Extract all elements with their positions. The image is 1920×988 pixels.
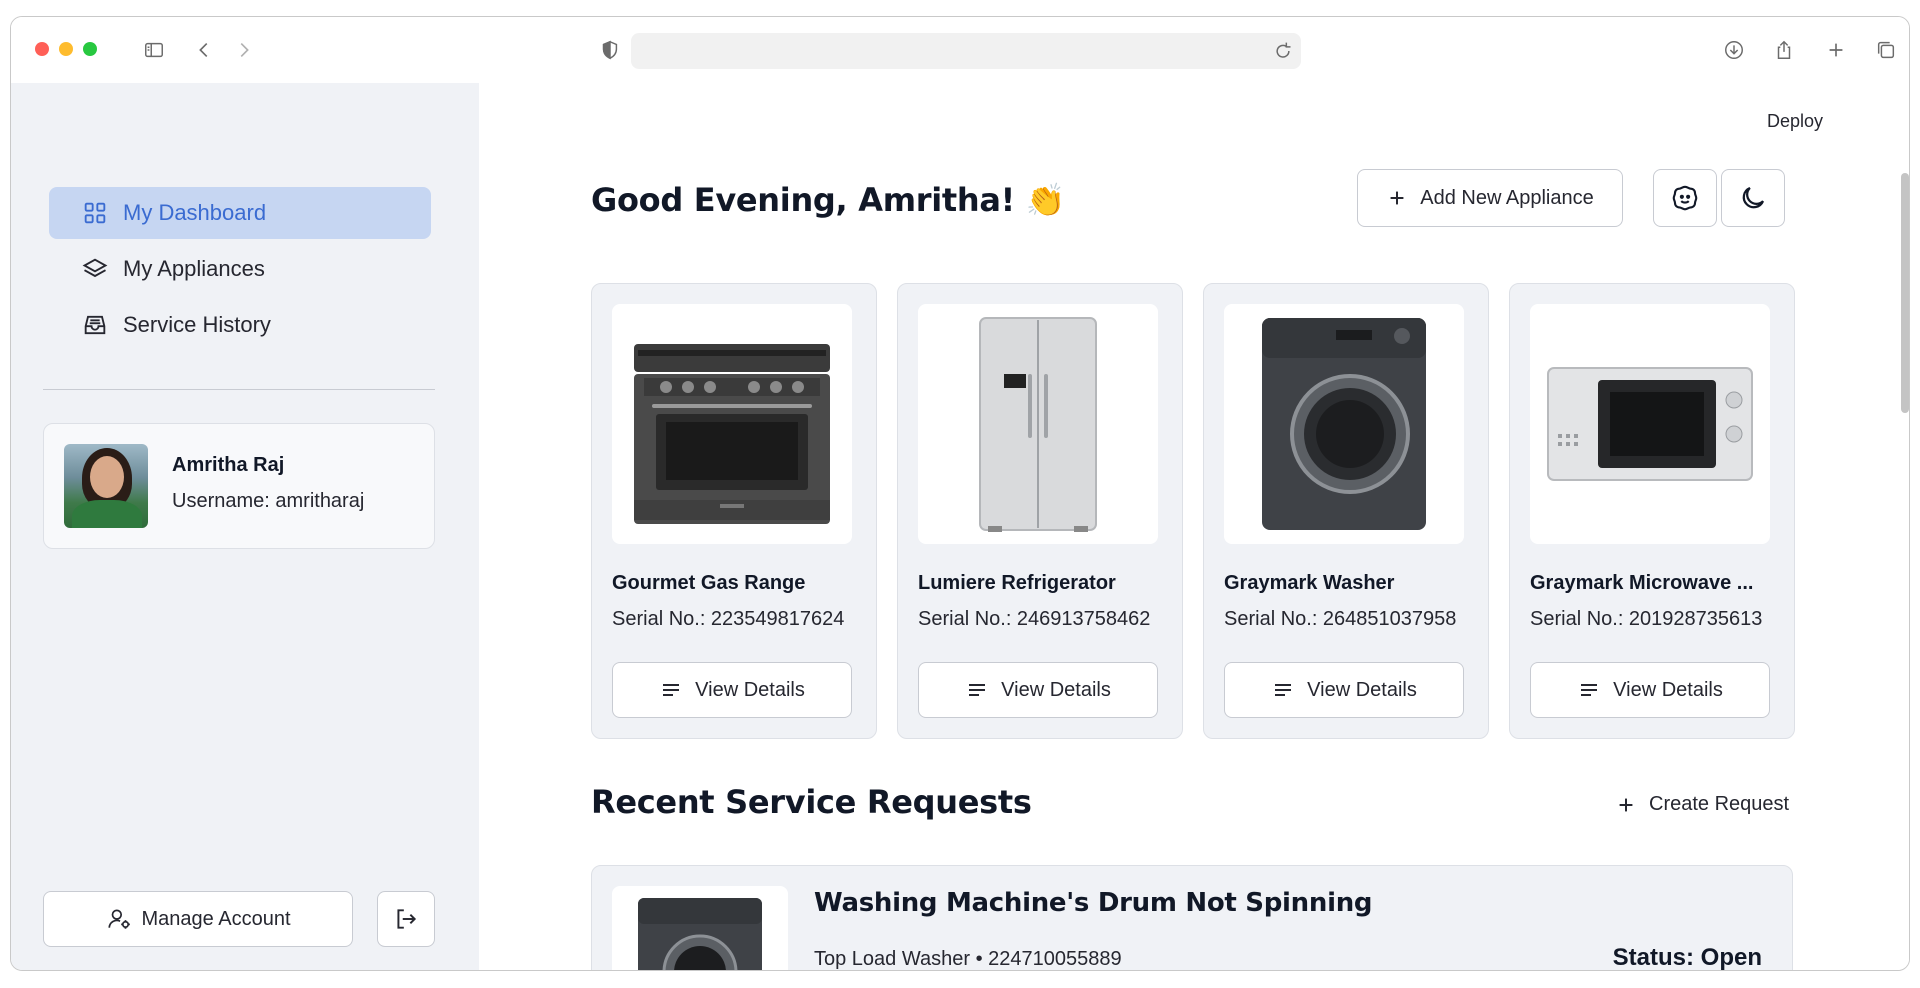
main-content: Deploy Good Evening, Amritha! 👏 Add New … xyxy=(479,83,1909,971)
logout-icon xyxy=(397,909,417,929)
appliance-name: Lumiere Refrigerator xyxy=(918,572,1116,594)
back-icon[interactable] xyxy=(191,37,217,63)
refrigerator-image xyxy=(918,304,1158,544)
sidebar-item-my-appliances[interactable]: My Appliances xyxy=(49,243,431,295)
request-status: Status: Open xyxy=(1612,944,1762,971)
sidebar-divider xyxy=(43,389,435,390)
view-details-label: View Details xyxy=(1307,678,1417,701)
request-meta: Top Load Washer • 224710055889 xyxy=(814,948,1122,970)
sidebar: My Dashboard My Appliances Service Histo… xyxy=(11,83,479,970)
dark-mode-button[interactable] xyxy=(1721,169,1785,227)
scrollbar[interactable] xyxy=(1901,173,1909,413)
create-request-label: Create Request xyxy=(1649,793,1790,815)
browser-window: My Dashboard My Appliances Service Histo… xyxy=(10,16,1910,971)
sidebar-item-label: Service History xyxy=(123,312,271,337)
share-icon[interactable] xyxy=(1771,37,1797,63)
service-request-card[interactable]: Washing Machine's Drum Not Spinning Top … xyxy=(591,865,1793,971)
view-details-button[interactable]: View Details xyxy=(1224,662,1464,718)
appliance-serial: Serial No.: 223549817624 xyxy=(612,608,845,630)
view-details-label: View Details xyxy=(1001,678,1111,701)
plus-icon xyxy=(1619,798,1633,811)
appliance-card: Gourmet Gas Range Serial No.: 2235498176… xyxy=(591,283,877,739)
appliance-card: Graymark Washer Serial No.: 264851037958… xyxy=(1203,283,1489,739)
address-bar[interactable] xyxy=(631,33,1301,69)
plus-icon xyxy=(1390,191,1404,205)
washer-thumbnail xyxy=(612,886,788,970)
microwave-image xyxy=(1530,304,1770,544)
page-title: Good Evening, Amritha! 👏 xyxy=(591,181,1066,219)
washer-image xyxy=(1224,304,1464,544)
recent-requests-heading: Recent Service Requests xyxy=(591,783,1032,821)
assistant-button[interactable] xyxy=(1653,169,1717,227)
manage-account-label: Manage Account xyxy=(141,907,291,930)
appliance-card: Graymark Microwave ... Serial No.: 20192… xyxy=(1509,283,1795,739)
sidebar-item-my-dashboard[interactable]: My Dashboard xyxy=(49,187,431,239)
deploy-button[interactable]: Deploy xyxy=(1767,111,1823,132)
view-details-label: View Details xyxy=(695,678,805,701)
appliance-card: Lumiere Refrigerator Serial No.: 2469137… xyxy=(897,283,1183,739)
logout-button[interactable] xyxy=(377,891,435,947)
browser-toolbar xyxy=(11,17,1909,83)
view-details-button[interactable]: View Details xyxy=(612,662,852,718)
user-settings-icon xyxy=(107,909,130,929)
appliance-name: Graymark Microwave ... xyxy=(1530,572,1754,594)
forward-icon[interactable] xyxy=(231,37,257,63)
details-lines-icon xyxy=(663,684,680,696)
view-details-label: View Details xyxy=(1613,678,1723,701)
inbox-icon xyxy=(84,315,106,335)
profile-card: Amritha Raj Username: amritharaj xyxy=(43,423,435,549)
layers-icon xyxy=(82,258,108,278)
gas-range-image xyxy=(612,304,852,544)
moon-icon xyxy=(1742,186,1765,209)
avatar xyxy=(64,444,148,528)
grid-icon xyxy=(84,202,106,224)
manage-account-button[interactable]: Manage Account xyxy=(43,891,353,947)
view-details-button[interactable]: View Details xyxy=(918,662,1158,718)
maximize-window-button[interactable] xyxy=(83,42,97,56)
request-title: Washing Machine's Drum Not Spinning xyxy=(814,888,1373,918)
sidebar-item-label: My Dashboard xyxy=(123,200,267,225)
minimize-window-button[interactable] xyxy=(59,42,73,56)
profile-name: Amritha Raj xyxy=(172,454,285,476)
appliance-serial: Serial No.: 201928735613 xyxy=(1530,608,1763,630)
sidebar-item-service-history[interactable]: Service History xyxy=(49,299,431,351)
download-icon[interactable] xyxy=(1721,37,1747,63)
appliance-serial: Serial No.: 246913758462 xyxy=(918,608,1151,630)
create-request-button[interactable]: Create Request xyxy=(1615,793,1789,816)
add-new-appliance-button[interactable]: Add New Appliance xyxy=(1357,169,1623,227)
details-lines-icon xyxy=(1275,684,1292,696)
view-details-button[interactable]: View Details xyxy=(1530,662,1770,718)
appliance-name: Gourmet Gas Range xyxy=(612,572,806,594)
close-window-button[interactable] xyxy=(35,42,49,56)
shield-icon[interactable] xyxy=(597,37,623,63)
sidebar-item-label: My Appliances xyxy=(123,256,265,281)
reload-icon[interactable] xyxy=(1273,41,1293,61)
add-new-appliance-label: Add New Appliance xyxy=(1420,186,1594,209)
appliance-serial: Serial No.: 264851037958 xyxy=(1224,608,1457,630)
appliance-name: Graymark Washer xyxy=(1224,572,1395,594)
details-lines-icon xyxy=(969,684,986,696)
new-tab-icon[interactable] xyxy=(1823,37,1849,63)
bot-face-icon xyxy=(1672,185,1698,211)
tabs-overview-icon[interactable] xyxy=(1873,37,1899,63)
profile-username: Username: amritharaj xyxy=(172,490,365,512)
details-lines-icon xyxy=(1581,684,1598,696)
sidebar-toggle-icon[interactable] xyxy=(141,37,167,63)
